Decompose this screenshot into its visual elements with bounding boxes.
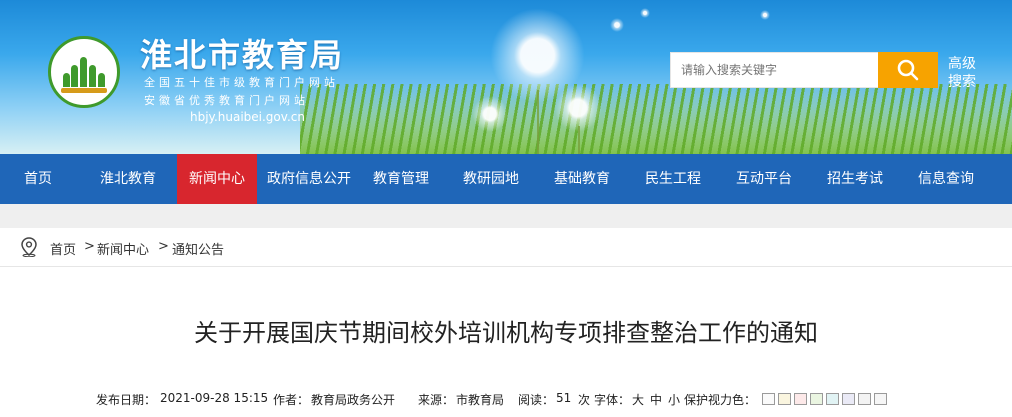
eye-color-swatch[interactable] — [826, 393, 839, 405]
views-label: 阅读： — [518, 393, 555, 407]
breadcrumb-current[interactable]: 通知公告 — [172, 239, 224, 258]
dandelion-stem — [537, 90, 539, 154]
advanced-search-link[interactable]: 高级搜索 — [948, 55, 984, 91]
nav-enrollment-exams[interactable]: 招生考试 — [814, 154, 896, 204]
site-honor-2: 安徽省优秀教育门户网站 — [144, 94, 309, 107]
nav-gov-info-disclosure[interactable]: 政府信息公开 — [263, 154, 355, 204]
search-box — [670, 52, 880, 88]
breadcrumb-separator: > — [158, 239, 169, 254]
dandelion-decoration — [472, 96, 508, 132]
publish-date-label: 发布日期： — [96, 393, 157, 407]
logo-base — [61, 88, 107, 93]
grass-decoration — [300, 84, 1012, 154]
eye-color-swatch[interactable] — [778, 393, 791, 405]
nav-interactive-platform[interactable]: 互动平台 — [723, 154, 805, 204]
eye-color-swatch[interactable] — [858, 393, 871, 405]
eye-color-swatch[interactable] — [794, 393, 807, 405]
dandelion-stem — [578, 126, 580, 154]
nav-education-management[interactable]: 教育管理 — [360, 154, 442, 204]
dandelion-seed — [610, 18, 624, 32]
location-pin-icon — [21, 237, 37, 257]
logo-emblem — [63, 55, 105, 87]
font-size-large[interactable]: 大 — [632, 391, 644, 408]
nav-info-query[interactable]: 信息查询 — [905, 154, 987, 204]
eye-color-swatch[interactable] — [874, 393, 887, 405]
breadcrumb-news-center[interactable]: 新闻中心 — [97, 239, 149, 258]
author: 教育局政务公开 — [311, 393, 396, 407]
source-label: 来源： — [418, 393, 455, 407]
dandelion-seed — [760, 10, 770, 20]
search-button[interactable] — [878, 52, 938, 88]
views-count: 51 — [556, 391, 572, 405]
dandelion-seed — [640, 8, 650, 18]
site-url: hbjy.huaibei.gov.cn — [190, 110, 305, 124]
breadcrumb-separator: > — [84, 239, 95, 254]
site-title: 淮北市教育局 — [140, 36, 345, 74]
views-unit: 次 — [578, 393, 591, 407]
eye-color-swatch[interactable] — [762, 393, 775, 405]
search-input[interactable] — [671, 53, 876, 87]
dandelion-decoration — [554, 84, 602, 132]
nav-huaibei-education[interactable]: 淮北教育 — [86, 154, 170, 204]
article-title: 关于开展国庆节期间校外培训机构专项排查整治工作的通知 — [194, 319, 818, 347]
eye-protection-label: 保护视力色： — [684, 393, 757, 407]
main-nav: 首页 淮北教育 新闻中心 政府信息公开 教育管理 教研园地 基础教育 民生工程 … — [0, 154, 1012, 204]
page: 淮北市教育局 全国五十佳市级教育门户网站 安徽省优秀教育门户网站 hbjy.hu… — [0, 0, 1012, 417]
publish-date: 2021-09-28 15:15 — [160, 391, 269, 405]
eye-color-swatch[interactable] — [842, 393, 855, 405]
font-size-label: 字体： — [594, 393, 631, 407]
author-label: 作者： — [273, 393, 310, 407]
eye-color-swatch[interactable] — [810, 393, 823, 405]
search-icon — [897, 59, 919, 81]
site-honor-1: 全国五十佳市级教育门户网站 — [144, 76, 339, 89]
nav-teaching-research[interactable]: 教研园地 — [450, 154, 532, 204]
nav-basic-education[interactable]: 基础教育 — [541, 154, 623, 204]
breadcrumb: 首页 > 新闻中心 > 通知公告 — [0, 228, 1012, 267]
article-container: 关于开展国庆节期间校外培训机构专项排查整治工作的通知 发布日期： 2021-09… — [0, 267, 1012, 417]
nav-news-center[interactable]: 新闻中心 — [177, 154, 257, 204]
font-size-medium[interactable]: 中 — [650, 391, 662, 408]
nav-home[interactable]: 首页 — [0, 154, 76, 204]
source: 市教育局 — [456, 393, 505, 407]
nav-livelihood-projects[interactable]: 民生工程 — [632, 154, 714, 204]
font-size-small[interactable]: 小 — [668, 391, 680, 408]
site-logo[interactable] — [48, 36, 120, 108]
site-header: 淮北市教育局 全国五十佳市级教育门户网站 安徽省优秀教育门户网站 hbjy.hu… — [0, 0, 1012, 154]
breadcrumb-home[interactable]: 首页 — [50, 239, 76, 258]
